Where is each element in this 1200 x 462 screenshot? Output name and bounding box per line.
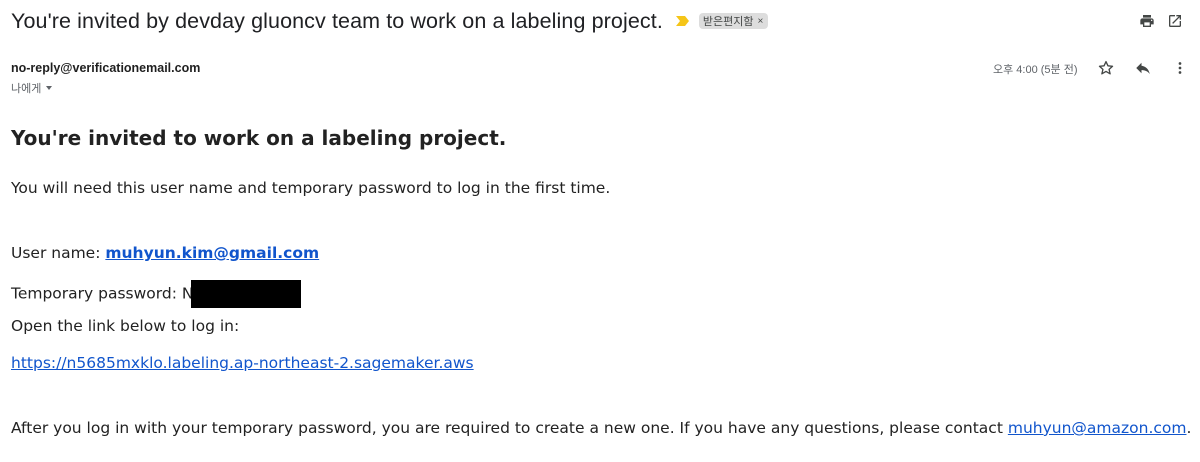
open-in-new-window-icon[interactable] [1165, 11, 1185, 31]
password-label: Temporary password: [11, 284, 182, 303]
login-link[interactable]: https://n5685mxklo.labeling.ap-northeast… [11, 354, 474, 372]
label-remove-button[interactable]: × [758, 16, 764, 27]
reply-icon[interactable] [1133, 58, 1153, 78]
password-line: Temporary password: N [11, 280, 302, 308]
important-marker-icon[interactable] [675, 14, 691, 28]
password-redaction [191, 280, 302, 308]
inbox-label-text: 받은편지함 [702, 16, 754, 28]
more-vert-icon[interactable] [1170, 58, 1190, 78]
username-label: User name: [11, 244, 106, 262]
print-icon[interactable] [1137, 11, 1157, 31]
email-subject: You're invited by devday gluoncv team to… [11, 8, 663, 33]
after-text-line: After you log in with your temporary pas… [11, 419, 1191, 437]
recipient-label: 나에게 [11, 83, 42, 95]
chevron-down-icon [46, 86, 53, 90]
recipient-dropdown[interactable]: 나에게 [11, 80, 53, 96]
email-timestamp: 오후 4:00 (5분 전) [993, 64, 1078, 76]
after-text: After you log in with your temporary pas… [11, 419, 1008, 437]
body-heading: You're invited to work on a labeling pro… [11, 126, 507, 150]
after-period: . [1186, 419, 1192, 437]
intro-text: You will need this user name and tempora… [11, 179, 611, 197]
email-subject-row: You're invited by devday gluoncv team to… [11, 6, 1191, 36]
username-link[interactable]: muhyun.kim@gmail.com [105, 244, 319, 262]
contact-email-link[interactable]: muhyun@amazon.com [1008, 419, 1187, 437]
inbox-label-chip[interactable]: 받은편지함 × [698, 13, 769, 29]
sender-email: no-reply@verificationemail.com [11, 61, 201, 75]
star-icon[interactable] [1096, 58, 1116, 78]
login-link-line: https://n5685mxklo.labeling.ap-northeast… [11, 354, 474, 372]
username-line: User name: muhyun.kim@gmail.com [11, 244, 319, 262]
open-link-text: Open the link below to log in: [11, 317, 240, 335]
